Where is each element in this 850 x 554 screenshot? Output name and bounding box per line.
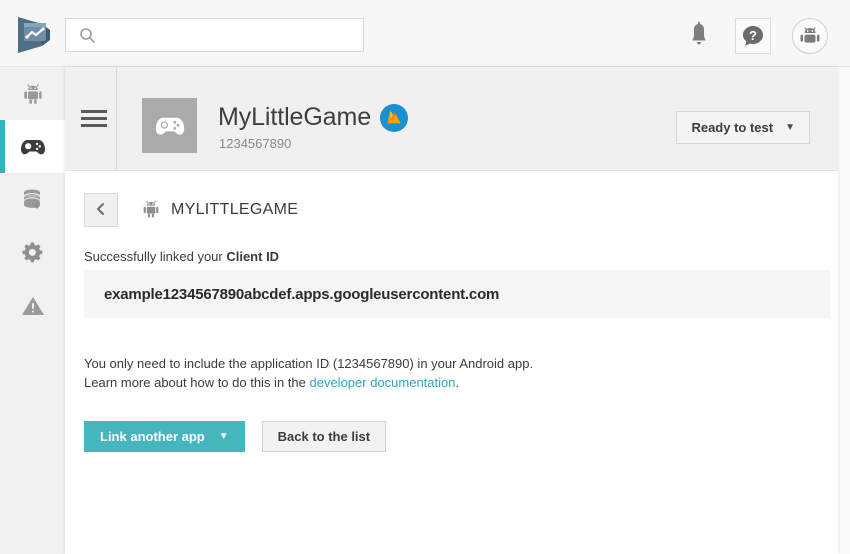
- content-panel: MyLittleGame 1234567890 Ready to test ▼: [65, 67, 838, 554]
- chevron-left-icon: [94, 201, 108, 220]
- sidebar-item-settings[interactable]: [0, 226, 65, 279]
- page-title: MyLittleGame: [218, 103, 372, 131]
- database-icon: [0, 173, 65, 226]
- description-line-2: Learn more about how to do this in the d…: [84, 373, 533, 392]
- warning-icon: [0, 279, 65, 332]
- app-icon: [142, 98, 197, 153]
- sidebar-item-android[interactable]: [0, 67, 65, 120]
- app-header: MyLittleGame 1234567890 Ready to test ▼: [65, 67, 838, 171]
- status-label: Ready to test: [691, 120, 774, 135]
- linked-status-text: Successfully linked your Client ID: [84, 249, 279, 264]
- back-to-list-button[interactable]: Back to the list: [261, 421, 387, 452]
- hamburger-icon[interactable]: [81, 110, 107, 128]
- link-another-app-label: Link another app: [100, 429, 205, 444]
- breadcrumb-app: MYLITTLEGAME: [140, 198, 298, 223]
- client-id-box: example1234567890abcdef.apps.googleuserc…: [84, 270, 830, 318]
- action-buttons: Link another app ▼ Back to the list: [84, 421, 387, 452]
- left-sidebar: [0, 67, 65, 554]
- play-console-logo-icon[interactable]: [12, 13, 56, 55]
- sidebar-item-games[interactable]: [0, 120, 65, 173]
- client-id-value: example1234567890abcdef.apps.googleuserc…: [104, 285, 500, 303]
- chevron-down-icon: ▼: [785, 122, 795, 133]
- svg-text:?: ?: [749, 28, 757, 43]
- description-line-2-prefix: Learn more about how to do this in the: [84, 375, 310, 390]
- status-dropdown-button[interactable]: Ready to test ▼: [676, 111, 810, 144]
- developer-documentation-link[interactable]: developer documentation: [309, 375, 455, 390]
- help-button[interactable]: ?: [735, 18, 771, 54]
- header-divider: [116, 67, 117, 170]
- gamepad-icon: [0, 120, 65, 173]
- description-line-1: You only need to include the application…: [84, 356, 534, 371]
- android-icon: [140, 198, 162, 223]
- description-text: You only need to include the application…: [84, 354, 533, 392]
- description-line-2-suffix: .: [455, 375, 460, 390]
- linked-strong: Client ID: [226, 249, 280, 264]
- back-to-list-label: Back to the list: [277, 429, 371, 444]
- breadcrumb-label: MYLITTLEGAME: [171, 201, 299, 218]
- sidebar-item-storage[interactable]: [0, 173, 65, 226]
- firebase-icon: [380, 103, 409, 132]
- app-id: 1234567890: [219, 136, 292, 151]
- chevron-down-icon: ▼: [218, 431, 229, 442]
- sidebar-item-alerts[interactable]: [0, 279, 65, 332]
- linked-prefix: Successfully linked your: [84, 249, 227, 264]
- link-another-app-button[interactable]: Link another app ▼: [84, 421, 245, 452]
- top-bar: ?: [0, 0, 850, 67]
- search-box[interactable]: [65, 18, 364, 53]
- back-button[interactable]: [84, 193, 118, 227]
- gamepad-icon: [155, 117, 184, 135]
- notifications-button[interactable]: [683, 19, 715, 51]
- account-avatar-button[interactable]: [792, 18, 828, 54]
- breadcrumb: MYLITTLEGAME: [84, 193, 298, 227]
- gear-icon: [0, 226, 65, 279]
- search-input[interactable]: [104, 19, 358, 53]
- search-icon: [79, 27, 96, 44]
- app-title-row: MyLittleGame: [218, 103, 409, 132]
- android-icon: [0, 67, 65, 120]
